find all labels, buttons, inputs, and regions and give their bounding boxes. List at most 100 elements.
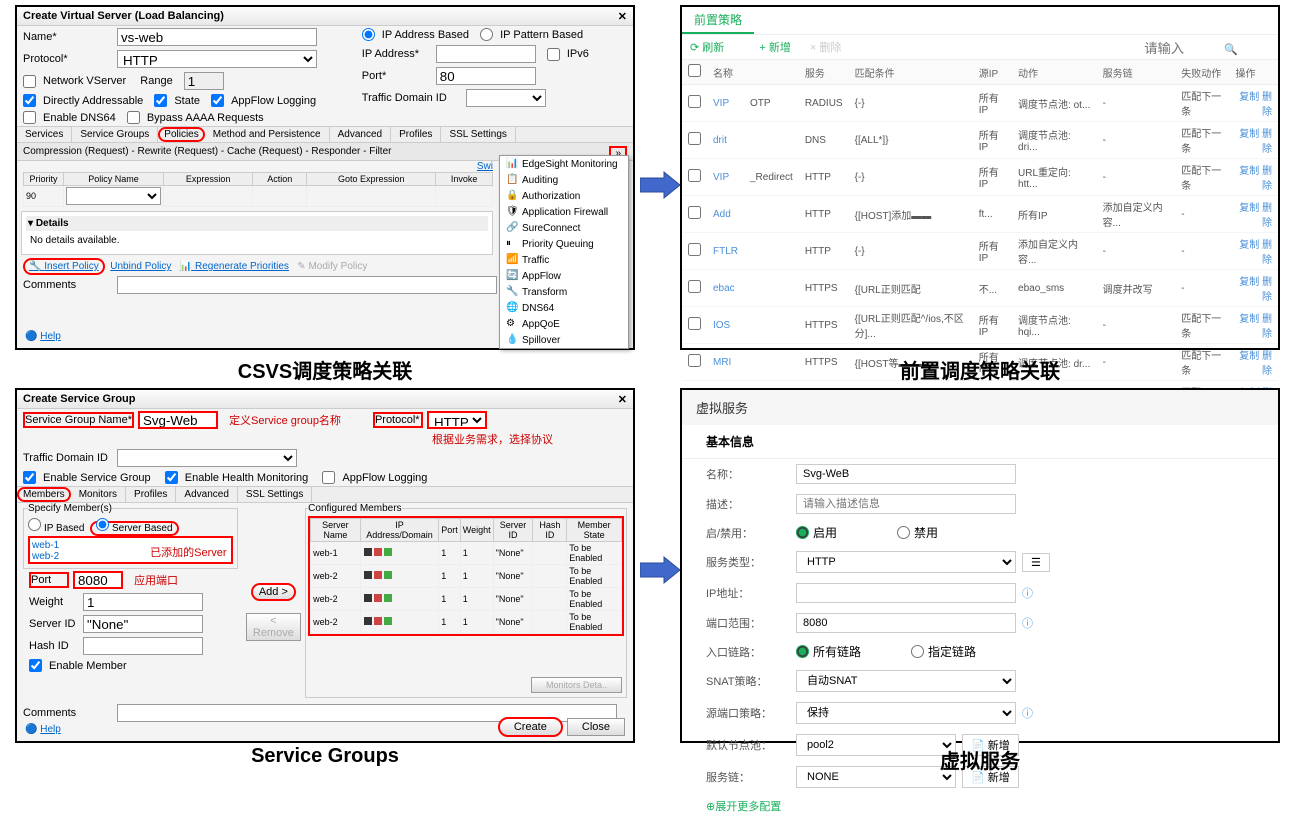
disable-radio[interactable] <box>897 526 910 539</box>
tab-advanced[interactable]: Advanced <box>176 487 237 502</box>
search-icon[interactable]: 🔍 <box>1224 44 1238 56</box>
proto-select[interactable]: HTTP <box>427 411 487 429</box>
menu-item-application-firewall[interactable]: 🛡Application Firewall <box>500 204 628 220</box>
state-checkbox[interactable] <box>154 94 167 107</box>
menu-item-spillover[interactable]: 💧Spillover <box>500 332 628 348</box>
tab-ssl-settings[interactable]: SSL Settings <box>441 127 515 142</box>
sgn-input[interactable] <box>138 411 218 429</box>
ip-based-radio[interactable] <box>28 518 41 531</box>
ehm-checkbox[interactable] <box>165 471 178 484</box>
table-row[interactable]: IOSHTTPS{[URL正则匹配^/ios,不区分]...所有IP调度节点池:… <box>682 307 1278 344</box>
ip-input[interactable] <box>796 583 1016 603</box>
menu-item-appqoe[interactable]: ⚙AppQoE <box>500 316 628 332</box>
unbind-policy-link[interactable]: Unbind Policy <box>110 261 171 272</box>
policy-name-select[interactable] <box>66 187 161 205</box>
member-row[interactable]: web-111"None"To be Enabled <box>311 542 622 565</box>
menu-item-priority-queuing[interactable]: ⏸Priority Queuing <box>500 236 628 252</box>
traffic-domain-select[interactable] <box>466 89 546 107</box>
port-input[interactable] <box>73 571 123 589</box>
menu-item-sureconnect[interactable]: 🔗SureConnect <box>500 220 628 236</box>
add-button[interactable]: + 新增 <box>759 42 790 54</box>
table-row[interactable]: VIP_RedirectHTTP{-}所有IPURL重定向: htt...-匹配… <box>682 159 1278 196</box>
bypass-checkbox[interactable] <box>127 111 140 124</box>
create-virtual-server-dialog: Create Virtual Server (Load Balancing)✕ … <box>15 5 635 350</box>
comments-input[interactable] <box>117 276 497 294</box>
menu-item-transform[interactable]: 🔧Transform <box>500 284 628 300</box>
table-row[interactable]: FTLRHTTP{-}所有IP添加自定义内容...--复制 删除 <box>682 233 1278 270</box>
dns64-checkbox[interactable] <box>23 111 36 124</box>
menu-item-authorization[interactable]: 🔒Authorization <box>500 188 628 204</box>
weight-input[interactable] <box>83 593 203 611</box>
expand-link[interactable]: ⊕ 展开更多配置 <box>682 793 1278 819</box>
name-input[interactable] <box>117 28 317 46</box>
afl-checkbox[interactable] <box>322 471 335 484</box>
tab-ssl settings[interactable]: SSL Settings <box>238 487 312 502</box>
select-all-checkbox[interactable] <box>688 64 701 77</box>
member-row[interactable]: web-211"None"To be Enabled <box>311 611 622 634</box>
info-icon[interactable]: ⓘ <box>1022 705 1033 721</box>
tab-monitors[interactable]: Monitors <box>71 487 126 502</box>
table-row[interactable]: dritDNS{[ALL*]}所有IP调度节点池: dri...-匹配下一条复制… <box>682 122 1278 159</box>
network-vserver-checkbox[interactable] <box>23 75 36 88</box>
tab-profiles[interactable]: Profiles <box>126 487 176 502</box>
hashid-input[interactable] <box>83 637 203 655</box>
menu-item-edgesight-monitoring[interactable]: 📊EdgeSight Monitoring <box>500 156 628 172</box>
menu-item-appflow[interactable]: 🔄AppFlow <box>500 268 628 284</box>
sport-select[interactable]: 保持 <box>796 702 1016 724</box>
close-icon[interactable]: ✕ <box>618 393 627 406</box>
menu-item-auditing[interactable]: 📋Auditing <box>500 172 628 188</box>
help-link[interactable]: 🔵 Help <box>25 331 61 342</box>
table-row[interactable]: VIPOTPRADIUS{-}所有IP调度节点池: ot...-匹配下一条复制 … <box>682 85 1278 122</box>
close-icon[interactable]: ✕ <box>618 10 627 23</box>
member-row[interactable]: web-211"None"To be Enabled <box>311 565 622 588</box>
name-input[interactable] <box>796 464 1016 484</box>
ipaddr-input[interactable] <box>436 45 536 63</box>
insert-policy-link[interactable]: 🔧 Insert Policy <box>23 258 105 275</box>
port-input[interactable] <box>796 613 1016 633</box>
enable-member-checkbox[interactable] <box>29 659 42 672</box>
regenerate-link[interactable]: 📊 Regenerate Priorities <box>180 261 289 272</box>
desc-input[interactable] <box>796 494 1016 514</box>
comments-label: Comments <box>23 279 113 291</box>
create-button[interactable]: Create <box>498 717 563 737</box>
service-type-select[interactable]: HTTP <box>796 551 1016 573</box>
server-based-radio[interactable] <box>96 518 109 531</box>
modify-policy-link: ✎ Modify Policy <box>297 261 367 272</box>
tab-policies[interactable]: Policies <box>158 127 204 142</box>
ip-pattern-radio[interactable] <box>480 28 493 41</box>
td-select[interactable] <box>117 449 297 467</box>
table-row[interactable]: AddHTTP{[HOST]添加▬▬ft...所有IP添加自定义内容...-复制… <box>682 196 1278 233</box>
search-input[interactable] <box>1141 39 1221 57</box>
spec-link-radio[interactable] <box>911 645 924 658</box>
tab-front-policy[interactable]: 前置策略 <box>682 7 754 34</box>
tab-profiles[interactable]: Profiles <box>391 127 441 142</box>
tab-members[interactable]: Members <box>17 487 71 502</box>
snat-select[interactable]: 自动SNAT <box>796 670 1016 692</box>
ipv6-checkbox[interactable] <box>547 48 560 61</box>
info-icon[interactable]: ⓘ <box>1022 585 1033 601</box>
protocol-select[interactable]: HTTP <box>117 50 317 68</box>
info-icon[interactable]: ⓘ <box>1022 615 1033 631</box>
add-member-button[interactable]: Add > <box>251 583 296 601</box>
table-row[interactable]: ebacHTTPS{[URL正则匹配不...ebao_sms调度并改写-复制 删… <box>682 270 1278 307</box>
tab-services[interactable]: Services <box>17 127 72 142</box>
help-link[interactable]: 🔵 Help <box>25 724 61 735</box>
port-input[interactable] <box>436 67 536 85</box>
all-link-radio[interactable] <box>796 645 809 658</box>
tab-advanced[interactable]: Advanced <box>330 127 391 142</box>
serverid-input[interactable] <box>83 615 203 633</box>
refresh-button[interactable]: ⟳ 刷新 <box>690 42 740 54</box>
appflow-checkbox[interactable] <box>211 94 224 107</box>
close-button[interactable]: Close <box>567 718 625 736</box>
list-icon[interactable]: ☰ <box>1022 553 1050 572</box>
form-title: 虚拟服务 <box>682 390 1278 425</box>
tab-service-groups[interactable]: Service Groups <box>72 127 158 142</box>
esg-checkbox[interactable] <box>23 471 36 484</box>
tab-method-and-persistence[interactable]: Method and Persistence <box>205 127 330 142</box>
menu-item-dns64[interactable]: 🌐DNS64 <box>500 300 628 316</box>
enable-radio[interactable] <box>796 526 809 539</box>
member-row[interactable]: web-211"None"To be Enabled <box>311 588 622 611</box>
da-checkbox[interactable] <box>23 94 36 107</box>
ip-based-radio[interactable] <box>362 28 375 41</box>
menu-item-traffic[interactable]: 📶Traffic <box>500 252 628 268</box>
